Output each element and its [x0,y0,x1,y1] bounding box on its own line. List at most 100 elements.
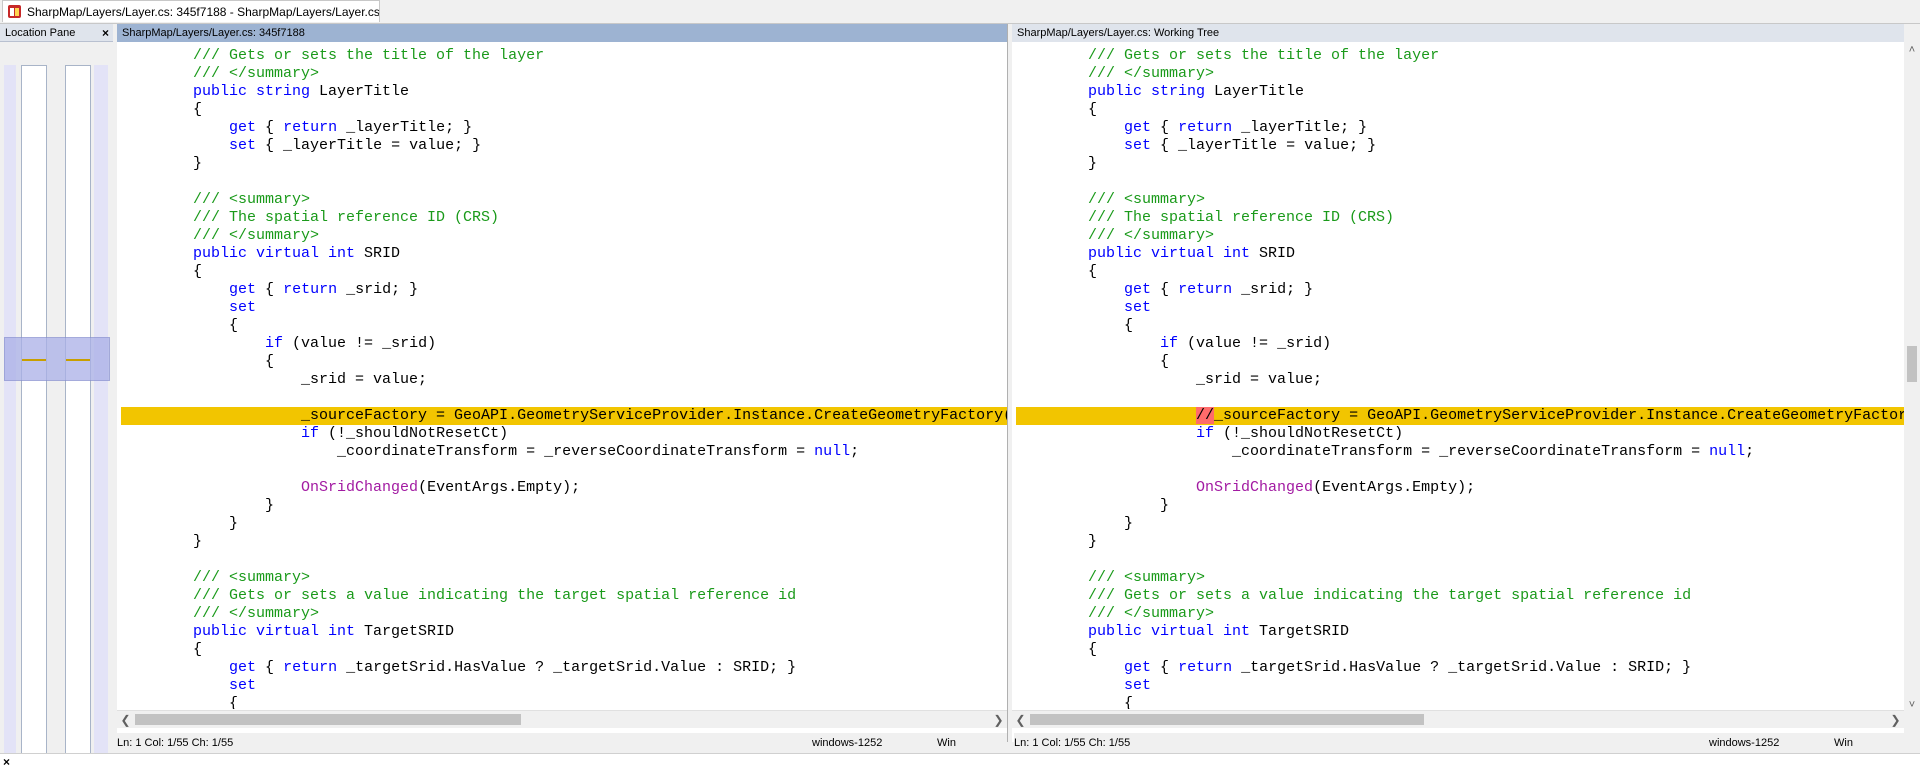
code-line[interactable]: get { return _targetSrid.HasValue ? _tar… [1016,659,1904,677]
code-line[interactable]: /// Gets or sets a value indicating the … [1016,587,1904,605]
code-line[interactable]: if (!_shouldNotResetCt) [1016,425,1904,443]
code-line[interactable]: public virtual int SRID [121,245,1007,263]
code-token: } [121,515,239,532]
code-line[interactable]: { [121,641,1007,659]
code-line[interactable]: { [1016,641,1904,659]
code-line[interactable]: /// </summary> [1016,605,1904,623]
code-line[interactable]: { [121,317,1007,335]
code-line[interactable]: { [121,263,1007,281]
scroll-up-arrow-icon[interactable]: ˄ [1904,42,1920,58]
location-left-file-bar[interactable] [21,65,47,762]
code-line[interactable] [121,551,1007,569]
code-line[interactable]: /// <summary> [1016,569,1904,587]
code-line[interactable]: { [121,695,1007,709]
code-line[interactable]: get { return _layerTitle; } [1016,119,1904,137]
code-line[interactable]: /// </summary> [1016,65,1904,83]
code-line[interactable]: _srid = value; [121,371,1007,389]
code-line[interactable]: } [121,533,1007,551]
code-token: set [121,677,257,694]
code-token: /// </summary> [121,605,320,622]
code-line[interactable]: set [1016,677,1904,695]
code-line[interactable]: /// <summary> [121,569,1007,587]
code-line[interactable]: } [121,497,1007,515]
code-line[interactable]: public string LayerTitle [1016,83,1904,101]
code-line[interactable]: public virtual int SRID [1016,245,1904,263]
code-line[interactable]: { [121,101,1007,119]
code-line[interactable]: /// <summary> [121,191,1007,209]
code-line[interactable]: OnSridChanged(EventArgs.Empty); [1016,479,1904,497]
document-tab[interactable]: SharpMap/Layers/Layer.cs: 345f7188 - Sha… [2,0,380,22]
scroll-left-arrow-icon[interactable]: ❮ [1012,711,1029,728]
scroll-down-arrow-icon[interactable]: ˅ [1904,697,1920,713]
right-code-view[interactable]: /// Gets or sets the title of the layer … [1016,47,1904,709]
code-line[interactable]: _coordinateTransform = _reverseCoordinat… [1016,443,1904,461]
code-line[interactable] [1016,551,1904,569]
location-right-file-bar[interactable] [65,65,91,762]
code-line[interactable]: /// The spatial reference ID (CRS) [1016,209,1904,227]
code-line[interactable]: if (value != _srid) [1016,335,1904,353]
code-line[interactable]: /// The spatial reference ID (CRS) [121,209,1007,227]
code-line[interactable]: } [1016,515,1904,533]
code-line[interactable]: set [1016,299,1904,317]
code-line[interactable]: _coordinateTransform = _reverseCoordinat… [121,443,1007,461]
code-line[interactable]: /// </summary> [121,605,1007,623]
location-viewport-indicator[interactable] [4,337,110,381]
code-line[interactable]: /// Gets or sets the title of the layer [121,47,1007,65]
left-scroll-thumb[interactable] [135,714,521,725]
code-line[interactable] [121,173,1007,191]
code-line[interactable]: /// Gets or sets the title of the layer [1016,47,1904,65]
code-line[interactable]: } [1016,533,1904,551]
close-icon[interactable]: × [3,755,10,769]
code-line[interactable]: { [1016,695,1904,709]
changed-code-line[interactable]: //_sourceFactory = GeoAPI.GeometryServic… [1016,407,1904,425]
code-line[interactable]: public string LayerTitle [121,83,1007,101]
code-line[interactable]: public virtual int TargetSRID [1016,623,1904,641]
code-line[interactable]: } [1016,155,1904,173]
code-line[interactable]: { [1016,353,1904,371]
code-line[interactable] [1016,389,1904,407]
code-line[interactable]: { [1016,317,1904,335]
code-line[interactable] [121,389,1007,407]
left-horizontal-scrollbar[interactable]: ❮ ❯ [117,710,1007,728]
code-line[interactable]: } [121,515,1007,533]
code-line[interactable]: } [1016,497,1904,515]
code-line[interactable]: get { return _layerTitle; } [121,119,1007,137]
vertical-scrollbar[interactable]: ˄ ˅ [1904,42,1920,713]
left-code-view[interactable]: /// Gets or sets the title of the layer … [121,47,1007,709]
code-line[interactable]: /// </summary> [121,227,1007,245]
code-line[interactable]: public virtual int TargetSRID [121,623,1007,641]
right-scroll-thumb[interactable] [1030,714,1424,725]
code-line[interactable] [121,461,1007,479]
code-line[interactable]: get { return _targetSrid.HasValue ? _tar… [121,659,1007,677]
scroll-right-arrow-icon[interactable]: ❯ [1887,711,1904,728]
code-line[interactable]: set { _layerTitle = value; } [1016,137,1904,155]
code-line[interactable]: get { return _srid; } [121,281,1007,299]
code-line[interactable]: /// Gets or sets a value indicating the … [121,587,1007,605]
code-line[interactable]: get { return _srid; } [1016,281,1904,299]
vertical-scroll-thumb[interactable] [1907,346,1917,382]
code-token: /// Gets or sets a value indicating the … [1016,587,1692,604]
right-horizontal-scrollbar[interactable]: ❮ ❯ [1012,710,1904,728]
scroll-left-arrow-icon[interactable]: ❮ [117,711,134,728]
code-line[interactable]: { [121,353,1007,371]
code-line[interactable]: set { _layerTitle = value; } [121,137,1007,155]
code-line[interactable]: { [1016,101,1904,119]
location-map[interactable] [0,43,113,765]
code-token: } [1016,533,1098,550]
code-line[interactable]: } [121,155,1007,173]
close-icon[interactable]: × [102,26,109,40]
code-line[interactable]: set [121,299,1007,317]
code-line[interactable]: if (!_shouldNotResetCt) [121,425,1007,443]
scroll-right-arrow-icon[interactable]: ❯ [990,711,1007,728]
code-line[interactable]: /// <summary> [1016,191,1904,209]
code-line[interactable] [1016,173,1904,191]
code-line[interactable]: _srid = value; [1016,371,1904,389]
code-line[interactable]: if (value != _srid) [121,335,1007,353]
code-line[interactable]: set [121,677,1007,695]
code-line[interactable]: OnSridChanged(EventArgs.Empty); [121,479,1007,497]
code-line[interactable]: /// </summary> [1016,227,1904,245]
code-line[interactable] [1016,461,1904,479]
changed-code-line[interactable]: _sourceFactory = GeoAPI.GeometryServiceP… [121,407,1007,425]
code-line[interactable]: { [1016,263,1904,281]
code-line[interactable]: /// </summary> [121,65,1007,83]
